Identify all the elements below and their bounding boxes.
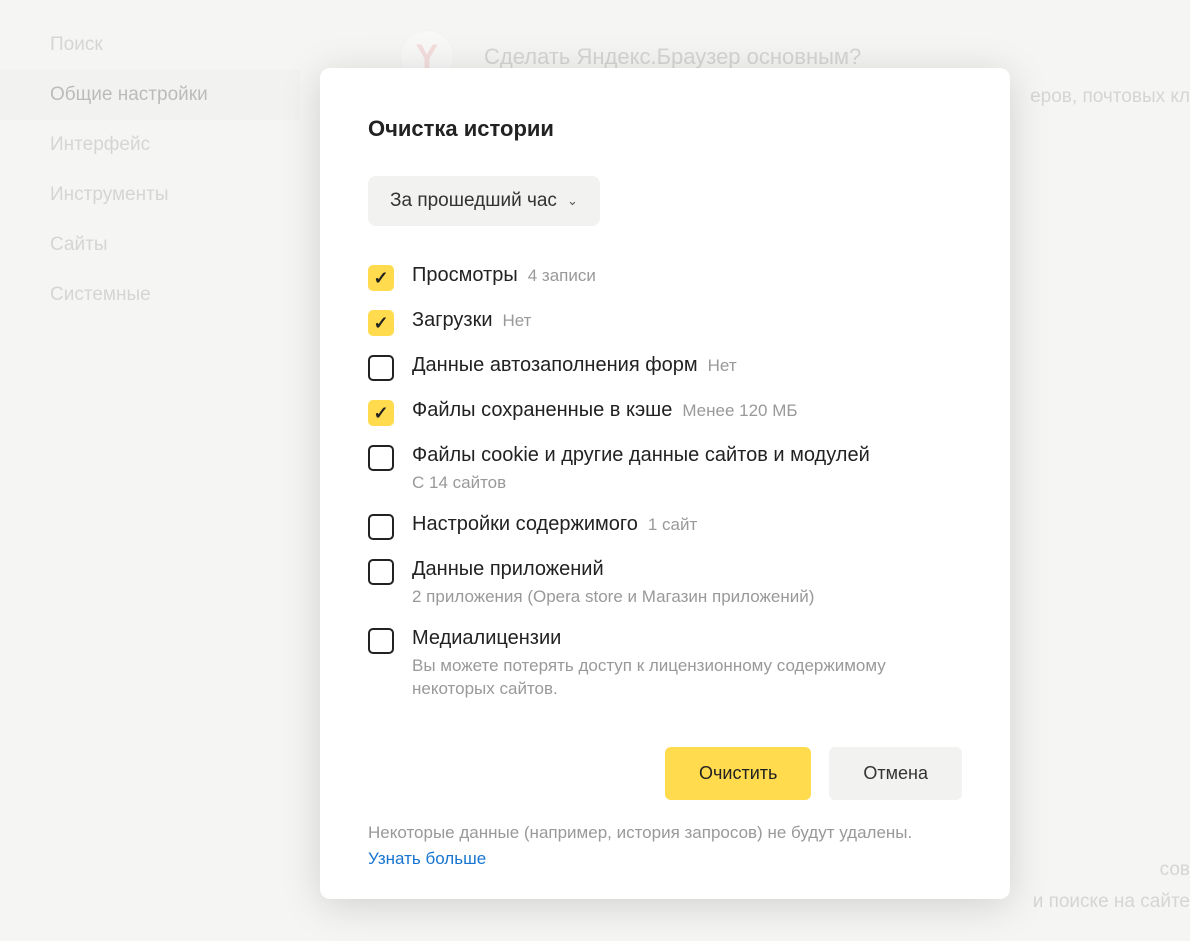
checkbox-autofill[interactable] [368, 355, 394, 381]
option-label: Данные автозаполнения форм [412, 354, 698, 377]
checkbox-downloads[interactable] [368, 310, 394, 336]
footer-note-text: Некоторые данные (например, история запр… [368, 823, 912, 842]
option-autofill: Данные автозаполнения форм Нет [368, 354, 962, 381]
option-sub: Нет [708, 356, 737, 376]
checkbox-views[interactable] [368, 265, 394, 291]
dialog-buttons: Очистить Отмена [368, 747, 962, 800]
option-downloads: Загрузки Нет [368, 309, 962, 336]
option-label: Настройки содержимого [412, 513, 638, 536]
checkbox-cache[interactable] [368, 400, 394, 426]
option-sub: 4 записи [528, 266, 596, 286]
option-sub: 2 приложения (Opera store и Магазин прил… [412, 585, 814, 609]
time-range-value: За прошедший час [390, 190, 557, 212]
option-media-licenses: Медиалицензии Вы можете потерять доступ … [368, 627, 962, 702]
checkbox-media-licenses[interactable] [368, 628, 394, 654]
option-label: Медиалицензии [412, 627, 561, 650]
options-list: Просмотры 4 записи Загрузки Нет Данные а… [368, 264, 962, 701]
option-cache: Файлы сохраненные в кэше Менее 120 МБ [368, 399, 962, 426]
option-label: Файлы cookie и другие данные сайтов и мо… [412, 444, 870, 467]
checkbox-app-data[interactable] [368, 559, 394, 585]
learn-more-link[interactable]: Узнать больше [368, 849, 486, 868]
option-label: Загрузки [412, 309, 493, 332]
option-sub: Менее 120 МБ [682, 401, 797, 421]
dialog-title: Очистка истории [368, 116, 962, 142]
checkbox-cookies[interactable] [368, 445, 394, 471]
option-content-settings: Настройки содержимого 1 сайт [368, 513, 962, 540]
clear-button[interactable]: Очистить [665, 747, 811, 800]
checkbox-content-settings[interactable] [368, 514, 394, 540]
option-label: Просмотры [412, 264, 518, 287]
option-views: Просмотры 4 записи [368, 264, 962, 291]
clear-history-dialog: Очистка истории За прошедший час ⌄ Просм… [320, 68, 1010, 899]
option-sub: С 14 сайтов [412, 471, 870, 495]
option-app-data: Данные приложений 2 приложения (Opera st… [368, 558, 962, 609]
time-range-select[interactable]: За прошедший час ⌄ [368, 176, 600, 226]
cancel-button[interactable]: Отмена [829, 747, 962, 800]
option-sub: Нет [503, 311, 532, 331]
option-sub: Вы можете потерять доступ к лицензионном… [412, 654, 912, 702]
option-label: Файлы сохраненные в кэше [412, 399, 672, 422]
footer-note: Некоторые данные (например, история запр… [368, 820, 962, 871]
option-cookies: Файлы cookie и другие данные сайтов и мо… [368, 444, 962, 495]
option-label: Данные приложений [412, 558, 604, 581]
chevron-down-icon: ⌄ [567, 193, 578, 209]
option-sub: 1 сайт [648, 515, 697, 535]
